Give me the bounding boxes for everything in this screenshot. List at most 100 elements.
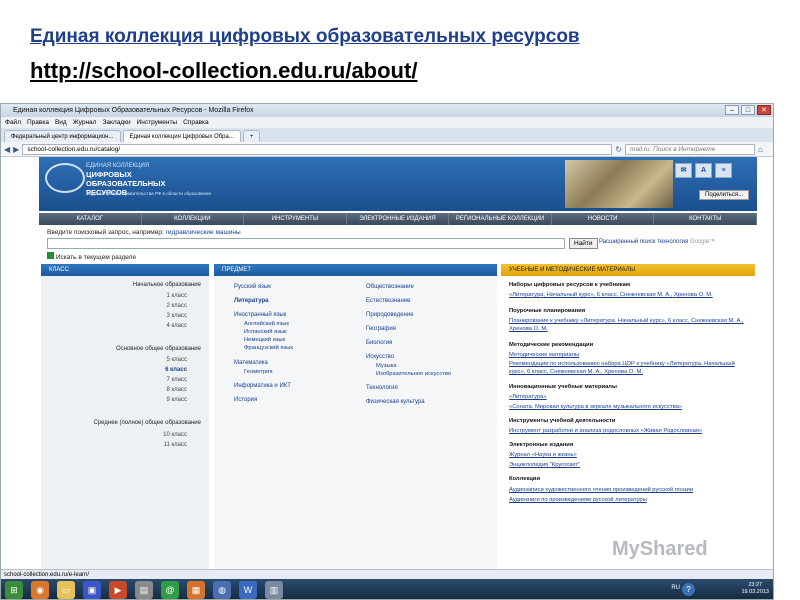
language-indicator[interactable]: RU <box>671 585 680 591</box>
search-in-section[interactable]: Искать в текущем разделе <box>47 252 136 261</box>
subject-german[interactable]: Немецкий язык <box>244 337 285 343</box>
mail-icon[interactable]: ✉ <box>675 163 692 178</box>
grade-3[interactable]: 3 класс <box>41 313 187 319</box>
subject-english[interactable]: Английский язык <box>244 321 289 327</box>
search-example-link[interactable]: гидравлические машины <box>166 229 241 236</box>
slide-url[interactable]: http://school-collection.edu.ru/about/ <box>30 58 417 84</box>
app-icon[interactable]: ▤ <box>135 581 153 599</box>
materials-link[interactable]: Журнал «Наука и жизнь» <box>509 451 749 459</box>
nav-e-editions[interactable]: ЭЛЕКТРОННЫЕ ИЗДАНИЯ <box>347 213 450 225</box>
browser-search-input[interactable]: mail.ru: Поиск в Интернете <box>625 143 756 155</box>
clock[interactable]: 23:27 19.03.2013 <box>741 582 769 596</box>
nav-regional[interactable]: РЕГИОНАЛЬНЫЕ КОЛЛЕКЦИИ <box>449 213 552 225</box>
subject-pe[interactable]: Физическая культура <box>366 399 425 405</box>
materials-link[interactable]: Энциклопедия "Кругосвет" <box>509 461 749 469</box>
new-tab-button[interactable]: + <box>242 130 261 142</box>
subject-art[interactable]: Искусство <box>366 354 394 360</box>
nav-collections[interactable]: КОЛЛЕКЦИИ <box>142 213 245 225</box>
checkbox-icon[interactable] <box>47 252 54 259</box>
materials-link[interactable]: Аудиозаписи художественного чтения произ… <box>509 486 749 494</box>
close-icon[interactable]: ✕ <box>757 105 771 115</box>
menu-bar: Файл Правка Вид Журнал Закладки Инструме… <box>1 117 773 128</box>
start-icon[interactable]: ⊞ <box>5 581 23 599</box>
grade-1[interactable]: 1 класс <box>41 293 187 299</box>
subject-history[interactable]: История <box>234 397 257 403</box>
home-icon[interactable]: ⌂ <box>758 145 763 154</box>
subject-social[interactable]: Обществознание <box>366 284 414 290</box>
subject-technology[interactable]: Технология <box>366 385 398 391</box>
nav-news[interactable]: НОВОСТИ <box>552 213 655 225</box>
subject-nature-studies[interactable]: Природоведение <box>366 312 414 318</box>
menu-view[interactable]: Вид <box>55 117 67 128</box>
materials-link[interactable]: Планирование к учебнику «Литература. Нач… <box>509 317 749 333</box>
subject-geometry[interactable]: Геометрия <box>244 369 272 375</box>
level-secondary[interactable]: Среднее (полное) общее образование <box>41 420 201 426</box>
subject-spanish[interactable]: Испанский язык <box>244 329 287 335</box>
share-button[interactable]: Поделиться... <box>699 190 750 200</box>
menu-bookmarks[interactable]: Закладки <box>102 117 130 128</box>
media-icon[interactable]: ▶ <box>109 581 127 599</box>
site-search-input[interactable] <box>47 238 565 249</box>
materials-link[interactable]: Рекомендации по использованию набора ЦОР… <box>509 360 749 376</box>
subject-informatics[interactable]: Информатика и ИКТ <box>234 383 291 389</box>
sitemap-icon[interactable]: ≡ <box>715 163 732 178</box>
menu-file[interactable]: Файл <box>5 117 21 128</box>
materials-link[interactable]: «Литература» <box>509 393 749 401</box>
menu-tools[interactable]: Инструменты <box>137 117 178 128</box>
technology-link[interactable]: технология <box>657 239 688 245</box>
subject-foreign[interactable]: Иностранный язык <box>234 312 286 318</box>
menu-help[interactable]: Справка <box>183 117 209 128</box>
search-button[interactable]: Найти <box>569 238 598 249</box>
materials-link[interactable]: Инструмент разработки и анализа родослов… <box>509 427 749 435</box>
advanced-search-link[interactable]: Расширенный поиск <box>599 239 656 245</box>
subject-natural-science[interactable]: Естествознание <box>366 298 411 304</box>
grade-10[interactable]: 10 класс <box>41 432 187 438</box>
materials-link[interactable]: Методические материалы <box>509 351 749 359</box>
word-icon[interactable]: W <box>239 581 257 599</box>
subject-biology[interactable]: Биология <box>366 340 392 346</box>
nav-tools[interactable]: ИНСТРУМЕНТЫ <box>244 213 347 225</box>
save-icon[interactable]: ▣ <box>83 581 101 599</box>
font-size-icon[interactable]: A <box>695 163 712 178</box>
subject-literature[interactable]: Литература <box>234 298 269 304</box>
maximize-icon[interactable]: □ <box>741 105 755 115</box>
reload-icon[interactable]: ↻ <box>615 145 622 154</box>
presentation-icon[interactable]: ▦ <box>187 581 205 599</box>
subject-russian[interactable]: Русский язык <box>234 284 271 290</box>
materials-link[interactable]: «Соната. Мировая культура в зеркале музы… <box>509 403 749 411</box>
tab-fcior[interactable]: Федеральный центр информацион... <box>4 130 121 142</box>
help-icon[interactable]: ? <box>682 583 695 596</box>
window-icon[interactable]: ▥ <box>265 581 283 599</box>
back-icon[interactable]: ◀ <box>4 145 10 154</box>
folder-icon[interactable]: ▭ <box>57 581 75 599</box>
nav-catalog[interactable]: КАТАЛОГ <box>39 213 142 225</box>
grade-9[interactable]: 9 класс <box>41 397 187 403</box>
mail-agent-icon[interactable]: @ <box>161 581 179 599</box>
subject-music[interactable]: Музыка <box>376 363 397 369</box>
subject-fine-art[interactable]: Изобразительное искусство <box>376 371 451 377</box>
logo-icon[interactable] <box>45 163 85 193</box>
minimize-icon[interactable]: – <box>725 105 739 115</box>
level-primary[interactable]: Начальное образование <box>41 282 201 288</box>
grade-11[interactable]: 11 класс <box>41 442 187 448</box>
materials-link[interactable]: Аудиокниги по произведениям русской лите… <box>509 496 749 504</box>
materials-link[interactable]: «Литература, Начальный курс», 6 класс, С… <box>509 291 749 299</box>
grade-4[interactable]: 4 класс <box>41 323 187 329</box>
subject-math[interactable]: Математика <box>234 360 268 366</box>
grade-5[interactable]: 5 класс <box>41 357 187 363</box>
subject-french[interactable]: Французский язык <box>244 345 293 351</box>
menu-edit[interactable]: Правка <box>27 117 49 128</box>
grade-6[interactable]: 6 класс <box>41 367 187 373</box>
browser-icon[interactable]: ◍ <box>213 581 231 599</box>
firefox-icon[interactable]: ◉ <box>31 581 49 599</box>
grade-8[interactable]: 8 класс <box>41 387 187 393</box>
address-bar[interactable]: school-collection.edu.ru/catalog/ <box>22 143 613 155</box>
tab-school-collection[interactable]: Единая коллекция Цифровых Обра... <box>122 130 241 142</box>
grade-2[interactable]: 2 класс <box>41 303 187 309</box>
nav-contacts[interactable]: КОНТАКТЫ <box>654 213 758 225</box>
menu-history[interactable]: Журнал <box>73 117 97 128</box>
forward-icon[interactable]: ▶ <box>13 145 19 154</box>
level-basic[interactable]: Основное общее образование <box>41 346 201 352</box>
grade-7[interactable]: 7 класс <box>41 377 187 383</box>
subject-geography[interactable]: География <box>366 326 396 332</box>
